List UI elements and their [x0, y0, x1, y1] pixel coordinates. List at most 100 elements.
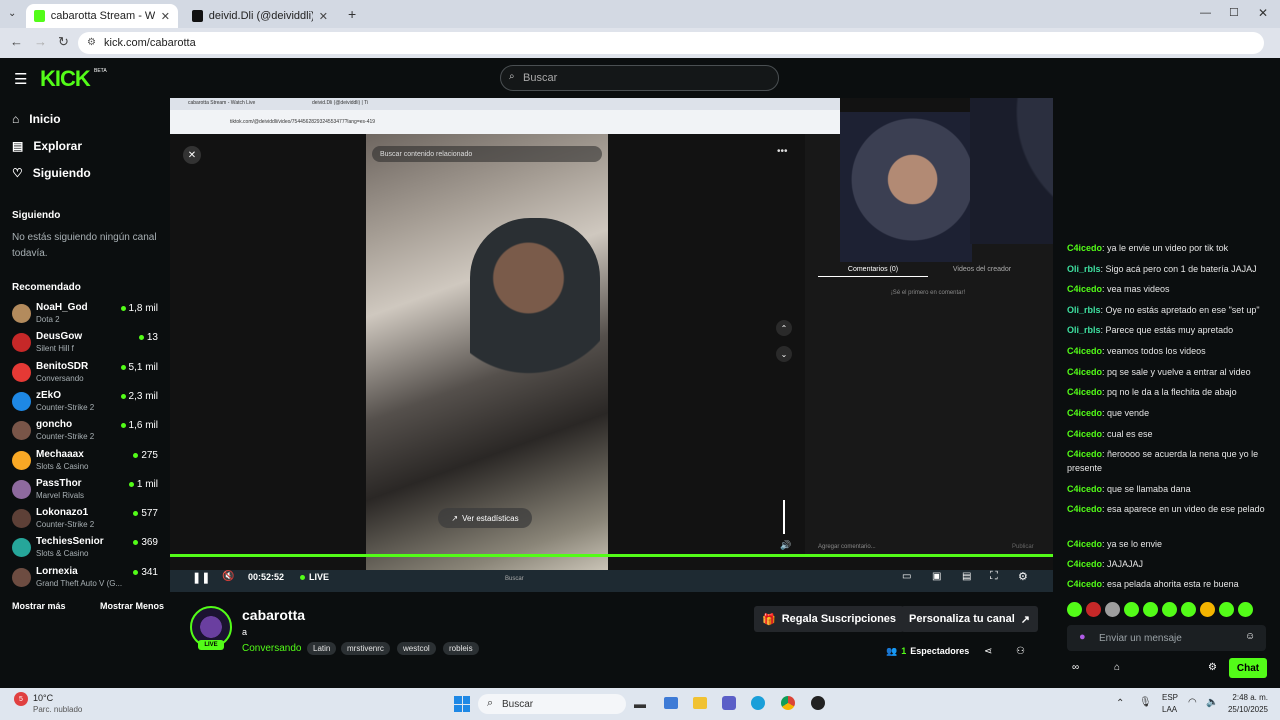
emote-icon[interactable]	[1162, 602, 1177, 617]
tab-tiktok[interactable]: deivid.Dli (@deividdli) | TikTok ✕	[184, 4, 336, 28]
chat-username[interactable]: C4icedo	[1067, 346, 1102, 356]
volume-slider[interactable]	[783, 500, 785, 534]
sidebar-channel[interactable]: DeusGow Silent Hill f 13	[12, 329, 162, 357]
store-icon[interactable]: ⌂	[1114, 662, 1120, 673]
close-tab-icon[interactable]: ✕	[319, 10, 328, 23]
sidebar-channel[interactable]: Lornexia Grand Theft Auto V (G... 341	[12, 564, 162, 592]
widgets-icon[interactable]	[664, 697, 678, 709]
reload-icon[interactable]: ↻	[58, 34, 69, 50]
emote-icon[interactable]	[1086, 602, 1101, 617]
chevron-down-icon[interactable]: ⌄	[776, 346, 792, 362]
chat-username[interactable]: C4icedo	[1067, 387, 1102, 397]
sidebar-item-inicio[interactable]: ⌂ Inicio	[12, 112, 61, 126]
pause-icon[interactable]: ❚❚	[192, 571, 210, 584]
emote-icon[interactable]	[1200, 602, 1215, 617]
sidebar-channel[interactable]: Mechaaax Slots & Casino 275	[12, 447, 162, 475]
speaker-icon[interactable]: 🔈	[1206, 697, 1218, 708]
chevron-up-icon[interactable]: ⌃	[776, 320, 792, 336]
chat-input[interactable]: Enviar un mensaje	[1067, 625, 1266, 651]
comments-tab[interactable]: Comentarios (0)	[818, 266, 928, 277]
mute-icon[interactable]: 🔇	[222, 571, 234, 582]
stream-category[interactable]: Conversando	[242, 643, 301, 654]
app-icon[interactable]	[811, 696, 825, 710]
cast-icon[interactable]: ▤	[962, 571, 971, 582]
view-stats-button[interactable]: ↗ Ver estadísticas	[438, 508, 532, 528]
maximize-icon[interactable]: ☐	[1229, 6, 1239, 19]
tag-pill[interactable]: westcol	[397, 642, 436, 655]
settings-icon[interactable]: ⚙	[1018, 570, 1028, 583]
weather-temp[interactable]: 10°C	[33, 693, 53, 703]
more-options-icon[interactable]: •••	[777, 146, 788, 157]
sidebar-channel[interactable]: goncho Counter-Strike 2 1,6 mil	[12, 417, 162, 445]
chat-username[interactable]: C4icedo	[1067, 504, 1102, 514]
chrome-icon[interactable]	[781, 696, 795, 710]
chat-username[interactable]: C4icedo	[1067, 367, 1102, 377]
chat-settings-icon[interactable]: ⚙	[1208, 662, 1217, 673]
chat-username[interactable]: Oli_rbls	[1067, 305, 1101, 315]
theater-mode-icon[interactable]: ▭	[902, 571, 911, 582]
chat-username[interactable]: Oli_rbls	[1067, 325, 1101, 335]
close-tab-icon[interactable]: ✕	[161, 10, 170, 23]
creator-videos-tab[interactable]: Videos del creador	[932, 266, 1032, 273]
new-tab-button[interactable]: +	[348, 6, 356, 22]
close-icon[interactable]: ✕	[183, 146, 201, 164]
publish-button[interactable]: Publicar	[1012, 544, 1034, 550]
clock-time[interactable]: 2:48 a. m.	[1220, 693, 1268, 702]
volume-icon[interactable]: 🔊	[780, 540, 791, 551]
show-less-button[interactable]: Mostrar Menos	[100, 601, 164, 611]
customize-channel-button[interactable]: Personaliza tu canal ↗	[901, 606, 1038, 632]
windows-start-icon[interactable]	[454, 696, 470, 712]
chat-username[interactable]: C4icedo	[1067, 429, 1102, 439]
emote-icon[interactable]	[1143, 602, 1158, 617]
emote-icon[interactable]	[1181, 602, 1196, 617]
fullscreen-icon[interactable]: ⛶	[990, 570, 998, 583]
chat-username[interactable]: C4icedo	[1067, 539, 1102, 549]
sidebar-channel[interactable]: NoaH_God Dota 2 1,8 mil	[12, 300, 162, 328]
sidebar-item-explorar[interactable]: ▤ Explorar	[12, 139, 82, 153]
chevron-up-icon[interactable]: ⌃	[1116, 698, 1124, 709]
sidebar-channel[interactable]: zEkO Counter-Strike 2 2,3 mil	[12, 388, 162, 416]
kick-logo[interactable]: KICK	[40, 66, 91, 92]
share-icon[interactable]: ⋖	[984, 646, 992, 657]
menu-icon[interactable]: ☰	[14, 70, 27, 88]
wifi-icon[interactable]: ◠	[1188, 697, 1197, 708]
language-indicator[interactable]: ESP	[1162, 693, 1178, 702]
chat-username[interactable]: C4icedo	[1067, 243, 1102, 253]
close-window-icon[interactable]: ✕	[1258, 6, 1268, 20]
chat-username[interactable]: C4icedo	[1067, 579, 1102, 589]
emoji-icon[interactable]: ☺	[1245, 631, 1255, 642]
file-explorer-icon[interactable]	[693, 697, 707, 709]
show-more-button[interactable]: Mostrar más	[12, 601, 66, 611]
minimize-icon[interactable]: —	[1200, 7, 1211, 19]
add-comment-input[interactable]: Agregar comentario...	[818, 544, 968, 550]
emote-icon[interactable]	[1124, 602, 1139, 617]
microphone-icon[interactable]: ●	[1079, 631, 1086, 643]
user-menu-icon[interactable]: ⚇	[1016, 646, 1025, 657]
channel-name[interactable]: cabarotta	[242, 607, 305, 623]
chat-username[interactable]: C4icedo	[1067, 408, 1102, 418]
emote-icon[interactable]	[1105, 602, 1120, 617]
microphone-icon[interactable]: 🎙	[1139, 697, 1152, 708]
sidebar-channel[interactable]: BenitoSDR Conversando 5,1 mil	[12, 359, 162, 387]
chat-username[interactable]: C4icedo	[1067, 449, 1102, 459]
emote-icon[interactable]	[1219, 602, 1234, 617]
gift-subs-button[interactable]: 🎁 Regala Suscripciones	[754, 606, 905, 632]
taskbar-search[interactable]: Buscar	[478, 694, 626, 714]
sidebar-item-siguiendo[interactable]: ♡ Siguiendo	[12, 166, 91, 180]
chat-username[interactable]: C4icedo	[1067, 559, 1102, 569]
task-view-icon[interactable]: ▬	[634, 697, 646, 711]
chat-username[interactable]: C4icedo	[1067, 484, 1102, 494]
site-info-icon[interactable]: ⚙	[87, 37, 96, 48]
address-bar[interactable]: kick.com/cabarotta	[78, 32, 1264, 54]
emote-icon[interactable]	[1067, 602, 1082, 617]
tag-pill[interactable]: robleis	[443, 642, 479, 655]
tiktok-search[interactable]: Buscar contenido relacionado	[372, 146, 602, 162]
chat-username[interactable]: Oli_rbls	[1067, 264, 1101, 274]
edge-icon[interactable]	[751, 696, 765, 710]
back-icon[interactable]: ←	[10, 34, 23, 49]
points-icon[interactable]: ∞	[1072, 662, 1079, 673]
video-player[interactable]: cabarotta Stream - Watch Live deivid.Dli…	[170, 98, 1053, 592]
pip-icon[interactable]: ▣	[932, 571, 941, 582]
tag-pill[interactable]: mrstivenrc	[341, 642, 390, 655]
tag-pill[interactable]: Latin	[307, 642, 337, 655]
